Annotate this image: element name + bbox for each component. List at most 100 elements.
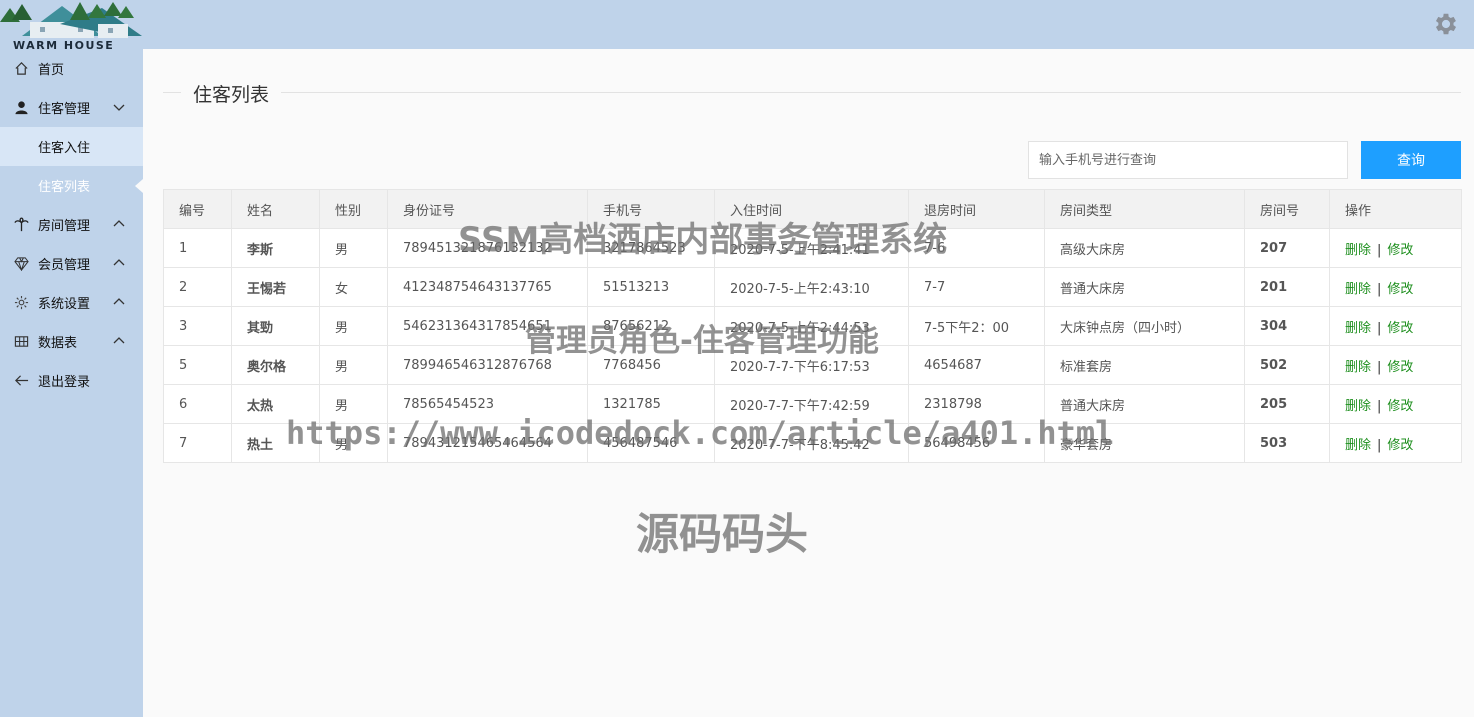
cell-id-card: 412348754643137765 <box>387 267 588 307</box>
logo[interactable]: WARM HOUSE <box>0 0 143 52</box>
edit-link[interactable]: 修改 <box>1387 321 1413 336</box>
column-header: 房间号 <box>1244 189 1330 229</box>
edit-link[interactable]: 修改 <box>1387 282 1413 297</box>
sidebar-item-label: 退出登录 <box>38 375 91 390</box>
column-header: 操作 <box>1329 189 1462 229</box>
sidebar-item-room-management[interactable]: 房间管理 <box>0 205 143 244</box>
column-header: 性别 <box>319 189 388 229</box>
action-separator: | <box>1377 437 1382 453</box>
cell-room-no: 201 <box>1244 267 1330 307</box>
edit-link[interactable]: 修改 <box>1387 399 1413 414</box>
cell-name: 太热 <box>231 384 320 424</box>
action-separator: | <box>1377 242 1382 258</box>
cell-checkout: 7-6 <box>908 228 1045 268</box>
cell-id-card: 546231364317854651 <box>387 306 588 346</box>
cell-id-card: 789946546312876768 <box>387 345 588 385</box>
table-icon <box>13 334 29 350</box>
top-header <box>0 0 1474 49</box>
cell-phone: 456487546 <box>587 423 715 463</box>
sidebar-item-system-settings[interactable]: 系统设置 <box>0 283 143 322</box>
cell-actions: 删除 | 修改 <box>1329 228 1462 268</box>
sidebar-item-label: 数据表 <box>38 336 78 351</box>
sidebar-item-label: 系统设置 <box>38 297 91 312</box>
cell-checkout: 4654687 <box>908 345 1045 385</box>
cell-room-no: 207 <box>1244 228 1330 268</box>
delete-link[interactable]: 删除 <box>1345 399 1371 414</box>
cell-id-card: 78565454523 <box>387 384 588 424</box>
cell-checkin: 2020-7-5-上午2:44:53 <box>714 306 909 346</box>
sidebar-item-label: 住客管理 <box>38 102 91 117</box>
cell-checkout: 7-7 <box>908 267 1045 307</box>
cell-gender: 男 <box>319 423 388 463</box>
cell-gender: 女 <box>319 267 388 307</box>
sidebar-item-label: 会员管理 <box>38 258 91 273</box>
chevron-up-icon <box>113 220 125 227</box>
cell-id: 6 <box>163 384 232 424</box>
sidebar-item-guest-management[interactable]: 住客管理 <box>0 88 143 127</box>
column-header: 入住时间 <box>714 189 909 229</box>
gear-icon[interactable] <box>1432 10 1460 38</box>
cell-checkin: 2020-7-5-上午2:41:41 <box>714 228 909 268</box>
cell-id: 5 <box>163 345 232 385</box>
table-row: 3 其勁 男 546231364317854651 87656212 2020-… <box>163 306 1462 346</box>
cell-actions: 删除 | 修改 <box>1329 306 1462 346</box>
search-button[interactable]: 查询 <box>1361 141 1461 179</box>
sidebar-item-data-tables[interactable]: 数据表 <box>0 322 143 361</box>
cell-actions: 删除 | 修改 <box>1329 345 1462 385</box>
table-row: 1 李斯 男 789451321876132132 3217864523 202… <box>163 228 1462 268</box>
sidebar-nav: 首页 住客管理 住客入住 住客列表 房间管理 会员管理 系统设置 数据表 退出登… <box>0 49 143 400</box>
sidebar-item-home[interactable]: 首页 <box>0 49 143 88</box>
delete-link[interactable]: 删除 <box>1345 321 1371 336</box>
chevron-up-icon <box>113 298 125 305</box>
diamond-icon <box>13 256 29 272</box>
sidebar-item-logout[interactable]: 退出登录 <box>0 361 143 400</box>
main-content: 住客列表 查询 编号 姓名 性别 身份证号 手机号 入住时间 退房时间 房间类型… <box>143 49 1474 717</box>
cell-room-no: 304 <box>1244 306 1330 346</box>
cell-id: 1 <box>163 228 232 268</box>
home-icon <box>13 61 29 77</box>
cell-room-type: 普通大床房 <box>1044 384 1245 424</box>
cell-checkin: 2020-7-5-上午2:43:10 <box>714 267 909 307</box>
cell-phone: 51513213 <box>587 267 715 307</box>
phone-search-input[interactable] <box>1028 141 1348 179</box>
delete-link[interactable]: 删除 <box>1345 282 1371 297</box>
table-row: 6 太热 男 78565454523 1321785 2020-7-7-下午7:… <box>163 384 1462 424</box>
cell-id: 2 <box>163 267 232 307</box>
chevron-down-icon <box>113 104 125 111</box>
page-title: 住客列表 <box>181 80 282 107</box>
cell-id-card: 789451321876132132 <box>387 228 588 268</box>
sidebar-item-label: 房间管理 <box>38 219 91 234</box>
palm-tree-icon <box>13 217 29 233</box>
cell-name: 王惕若 <box>231 267 320 307</box>
edit-link[interactable]: 修改 <box>1387 243 1413 258</box>
cell-checkin: 2020-7-7-下午8:45:42 <box>714 423 909 463</box>
column-header: 姓名 <box>231 189 320 229</box>
cell-id: 7 <box>163 423 232 463</box>
delete-link[interactable]: 删除 <box>1345 360 1371 375</box>
sidebar-subitem-guest-list[interactable]: 住客列表 <box>0 166 143 205</box>
guest-table: 编号 姓名 性别 身份证号 手机号 入住时间 退房时间 房间类型 房间号 操作 … <box>163 189 1462 463</box>
table-row: 5 奥尔格 男 789946546312876768 7768456 2020-… <box>163 345 1462 385</box>
chevron-up-icon <box>113 259 125 266</box>
cell-gender: 男 <box>319 306 388 346</box>
action-separator: | <box>1377 398 1382 414</box>
cell-name: 热土 <box>231 423 320 463</box>
cell-room-type: 普通大床房 <box>1044 267 1245 307</box>
column-header: 身份证号 <box>387 189 588 229</box>
action-separator: | <box>1377 320 1382 336</box>
column-header: 退房时间 <box>908 189 1045 229</box>
column-header: 编号 <box>163 189 232 229</box>
delete-link[interactable]: 删除 <box>1345 438 1371 453</box>
edit-link[interactable]: 修改 <box>1387 360 1413 375</box>
chevron-up-icon <box>113 337 125 344</box>
cell-room-type: 标准套房 <box>1044 345 1245 385</box>
cell-actions: 删除 | 修改 <box>1329 423 1462 463</box>
edit-link[interactable]: 修改 <box>1387 438 1413 453</box>
user-icon <box>13 100 29 116</box>
arrow-left-icon <box>13 373 29 389</box>
sidebar-subitem-guest-checkin[interactable]: 住客入住 <box>0 127 143 166</box>
delete-link[interactable]: 删除 <box>1345 243 1371 258</box>
cell-id: 3 <box>163 306 232 346</box>
sidebar: WARM HOUSE 首页 住客管理 住客入住 住客列表 房间管理 会员管理 系… <box>0 0 143 717</box>
sidebar-item-member-management[interactable]: 会员管理 <box>0 244 143 283</box>
